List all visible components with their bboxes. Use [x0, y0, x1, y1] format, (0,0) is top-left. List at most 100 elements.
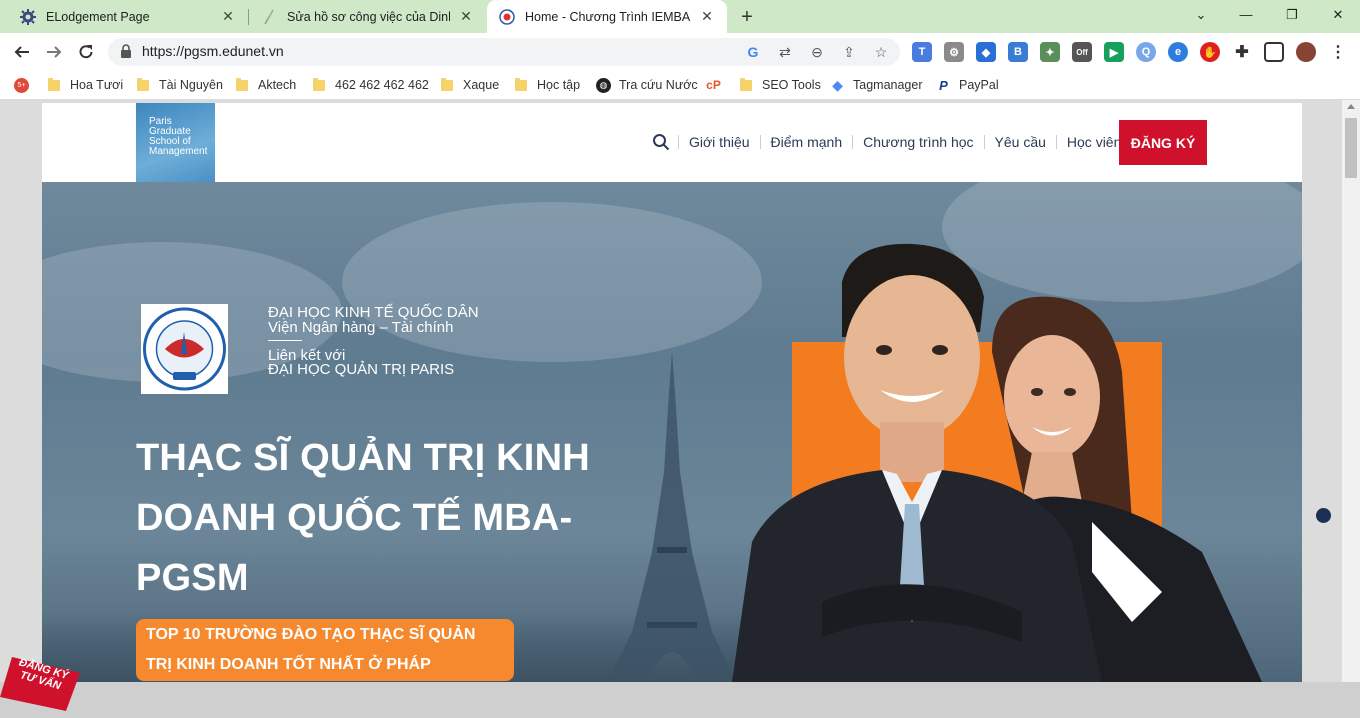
window-close-button[interactable]: ✕	[1324, 4, 1352, 26]
bookmark-label: Aktech	[258, 78, 297, 92]
settings-extension-icon[interactable]: ⚙	[944, 42, 964, 62]
cp-logo-icon: cP	[706, 78, 721, 92]
bookmark-folder[interactable]: Hoa Tươi	[48, 76, 123, 94]
nav-chuong-trinh-hoc[interactable]: Chương trình học	[853, 134, 983, 150]
reload-icon	[79, 45, 93, 59]
off-extension-icon[interactable]: Off	[1072, 42, 1092, 62]
bookmark-label: SEO Tools	[762, 78, 821, 92]
close-icon[interactable]: ✕	[458, 8, 474, 25]
translate-icon[interactable]: ⇄	[776, 43, 794, 61]
register-button[interactable]: ĐĂNG KÝ	[1119, 120, 1207, 165]
forward-button[interactable]	[40, 38, 68, 66]
b-extension-icon[interactable]: B	[1008, 42, 1028, 62]
bookmark-cp[interactable]: cP	[706, 76, 729, 94]
tab-strip: ELodgement Page ✕ Sửa hồ sơ công việc củ…	[0, 0, 1360, 33]
restore-button[interactable]: ❐	[1278, 4, 1306, 26]
headline-line: PGSM	[136, 557, 249, 599]
browser-toolbar: https://pgsm.edunet.vn G ⇄ ⊖ ⇪ ☆ T ⚙ ◆ B…	[0, 33, 1360, 71]
back-button[interactable]	[8, 38, 36, 66]
folder-icon	[313, 77, 325, 91]
scroll-up-icon[interactable]	[1347, 104, 1355, 109]
share-icon[interactable]: ⇪	[840, 43, 858, 61]
avatar[interactable]	[1296, 42, 1316, 62]
close-icon[interactable]: ✕	[699, 8, 715, 25]
arrow-left-icon	[14, 46, 29, 58]
play-extension-icon[interactable]: ▶	[1104, 42, 1124, 62]
mail-icon: 5+	[14, 77, 29, 93]
paypal-icon: P	[939, 77, 948, 93]
menu-kebab-icon[interactable]: ⋮	[1328, 42, 1348, 62]
bookmark-folder[interactable]: SEO Tools	[740, 76, 821, 94]
ranking-badge: TOP 10 TRƯỜNG ĐÀO TẠO THẠC SĨ QUẢN TRỊ K…	[136, 619, 514, 681]
reload-button[interactable]	[72, 38, 100, 66]
main-nav: Giới thiệu Điểm mạnh Chương trình học Yê…	[652, 132, 1131, 152]
consult-ribbon[interactable]: ĐĂNG KÝ TƯ VẤN	[0, 655, 82, 713]
bookmark-label: Hoa Tươi	[70, 78, 124, 92]
bookmark-folder[interactable]: Học tập	[515, 76, 580, 94]
search-icon[interactable]	[652, 133, 670, 151]
site-logo-icon	[499, 8, 515, 25]
bookmark-gmail[interactable]: 5+	[14, 76, 37, 94]
institution-subname: Viện Ngân hàng – Tài chính	[268, 319, 454, 336]
folder-icon	[137, 77, 149, 91]
tab-elodgement[interactable]: ELodgement Page ✕	[8, 0, 248, 33]
website: Paris Graduate School of Management Giới…	[42, 103, 1302, 682]
pgsm-logo[interactable]: Paris Graduate School of Management	[136, 103, 215, 182]
divider	[268, 340, 302, 341]
tab-search-icon[interactable]: ⌄	[1187, 4, 1215, 26]
bookmark-label: Tagmanager	[853, 78, 923, 92]
zoom-icon[interactable]: ⊖	[808, 43, 826, 61]
tab-home-iemba[interactable]: Home - Chương Trình IEMBA Tha ✕	[487, 0, 727, 33]
bookmark-label: Tra cứu Nước	[619, 78, 698, 92]
businessman-image	[732, 243, 1102, 682]
nav-gioi-thieu[interactable]: Giới thiệu	[679, 134, 760, 150]
bookmark-label: 462 462 462 462	[335, 78, 429, 92]
adblock-extension-icon[interactable]: ✋	[1200, 42, 1220, 62]
bookmark-tagmanager[interactable]: ◆ Tagmanager	[830, 76, 923, 94]
nav-yeu-cau[interactable]: Yêu cầu	[985, 134, 1056, 150]
bookmark-folder[interactable]: Xaque	[441, 76, 499, 94]
folder-icon	[236, 77, 248, 91]
translate-extension-icon[interactable]: T	[912, 42, 932, 62]
new-tab-button[interactable]: +	[736, 6, 758, 28]
close-icon[interactable]: ✕	[220, 8, 236, 25]
bookmark-label: Tài Nguyên	[159, 78, 223, 92]
address-bar[interactable]: https://pgsm.edunet.vn G ⇄ ⊖ ⇪ ☆	[108, 38, 900, 66]
minimize-button[interactable]: —	[1232, 4, 1260, 26]
folder-icon	[740, 77, 752, 91]
neu-emblem-icon	[143, 307, 226, 391]
headline-line: DOANH QUỐC TẾ MBA-	[136, 497, 573, 539]
tag-extension-icon[interactable]: ◆	[976, 42, 996, 62]
neu-logo	[141, 304, 228, 394]
tab-title: Home - Chương Trình IEMBA Tha	[525, 9, 691, 24]
e-extension-icon[interactable]: e	[1168, 42, 1188, 62]
bookmark-folder[interactable]: Tài Nguyên	[137, 76, 223, 94]
bookmark-folder[interactable]: Aktech	[236, 76, 296, 94]
page-scrollbar[interactable]	[1342, 100, 1360, 682]
institution-name: ĐẠI HỌC KINH TẾ QUỐC DÂN	[268, 304, 479, 321]
globe-icon: ◍	[596, 77, 611, 93]
tagmanager-icon: ◆	[832, 76, 843, 93]
bookmark-label: Học tập	[537, 78, 581, 92]
bookmark-star-icon[interactable]: ☆	[872, 43, 890, 61]
bookmark-paypal[interactable]: P PayPal	[936, 76, 999, 94]
bookmark-globe[interactable]: ◍ Tra cứu Nước	[596, 76, 698, 94]
extensions-puzzle-icon[interactable]: ✚	[1232, 42, 1252, 62]
cloud	[342, 202, 762, 362]
tab-sua-ho-so[interactable]: Sửa hồ sơ công việc của Dinh Van ✕	[249, 0, 486, 33]
search-extension-icon[interactable]: Q	[1136, 42, 1156, 62]
google-icon[interactable]: G	[744, 43, 762, 61]
bookmark-folder[interactable]: 462 462 462 462	[313, 76, 429, 94]
puzzle-color-extension-icon[interactable]: ✦	[1040, 42, 1060, 62]
scroll-thumb[interactable]	[1345, 118, 1357, 178]
side-panel-icon[interactable]	[1264, 42, 1284, 62]
bookmark-label: PayPal	[959, 78, 999, 92]
hero-headline: THẠC SĨ QUẢN TRỊ KINH DOANH QUỐC TẾ MBA-…	[136, 428, 596, 608]
page-viewport: Paris Graduate School of Management Giới…	[0, 100, 1360, 711]
folder-icon	[48, 77, 60, 91]
chat-bubble-dot[interactable]	[1316, 508, 1331, 523]
tab-title: Sửa hồ sơ công việc của Dinh Van	[287, 9, 450, 24]
browser-chrome: ELodgement Page ✕ Sửa hồ sơ công việc củ…	[0, 0, 1360, 100]
headline-line: THẠC SĨ QUẢN TRỊ KINH	[136, 437, 590, 479]
nav-diem-manh[interactable]: Điểm mạnh	[761, 134, 853, 150]
